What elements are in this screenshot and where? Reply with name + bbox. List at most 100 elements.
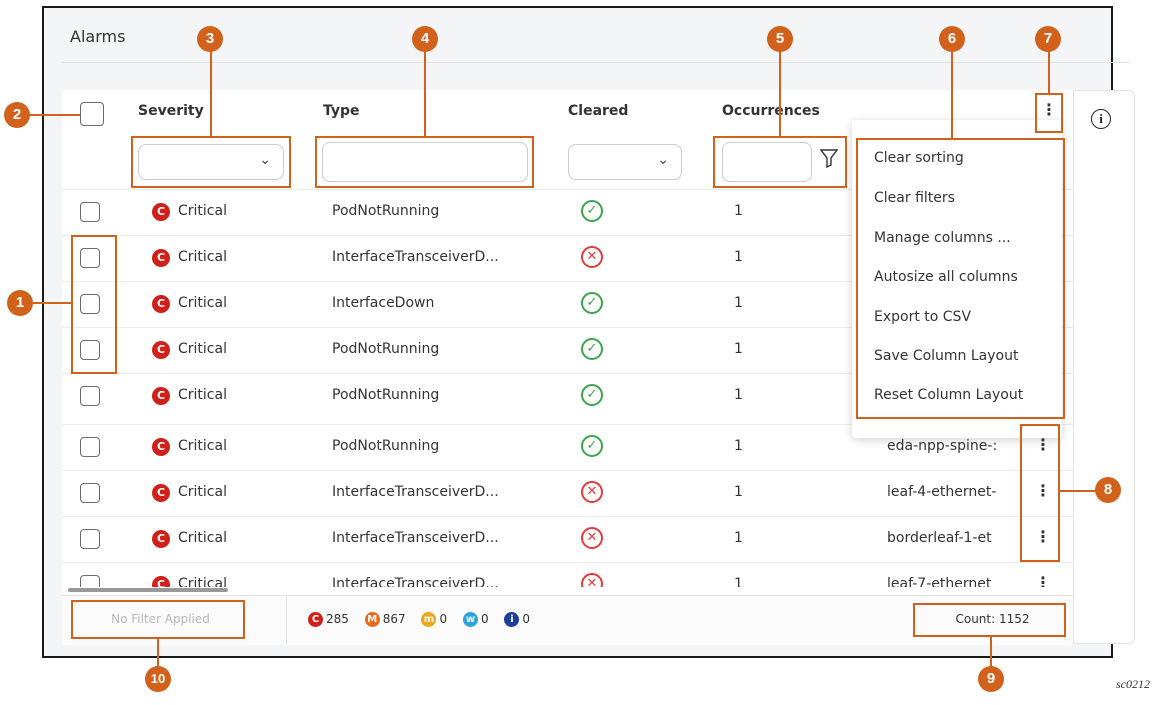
severity-cell: Critical (178, 438, 227, 454)
row-checkbox[interactable] (80, 202, 100, 222)
critical-icon: C (152, 438, 170, 456)
callout-line-1 (33, 302, 71, 304)
row-checkbox[interactable] (80, 437, 100, 457)
occurrences-cell: 1 (734, 576, 743, 587)
callout-badge-7: 7 (1035, 26, 1061, 52)
critical-icon: C (152, 576, 170, 587)
callout-line-10 (157, 639, 159, 667)
callout-line-3 (210, 50, 212, 136)
info-icon[interactable]: i (1091, 109, 1111, 129)
column-header-type[interactable]: Type (323, 103, 360, 119)
callout-badge-6: 6 (939, 26, 965, 52)
critical-icon: C (152, 295, 170, 313)
callout-badge-2: 2 (4, 102, 30, 128)
critical-count: C 285 (308, 612, 349, 627)
occurrences-cell: 1 (734, 484, 743, 500)
critical-icon: C (308, 612, 323, 627)
occurrences-cell: 1 (734, 438, 743, 454)
table-row[interactable]: C Critical InterfaceTransceiverD... ✕ 1 … (62, 470, 1073, 516)
severity-cell: Critical (178, 203, 227, 219)
major-count: M 867 (364, 612, 406, 627)
x-circle-icon: ✕ (581, 481, 603, 503)
check-circle-icon: ✓ (581, 292, 603, 314)
row-action-menu-button[interactable]: ⋮ (1035, 573, 1051, 587)
info-icon: i (504, 612, 520, 627)
severity-cell: Critical (178, 387, 227, 403)
callout-line-6 (951, 50, 953, 138)
critical-icon: C (152, 484, 170, 502)
type-cell: PodNotRunning (332, 341, 440, 357)
row-checkbox[interactable] (80, 575, 100, 587)
occurrences-cell: 1 (734, 249, 743, 265)
figure-id: sc0212 (1116, 677, 1150, 691)
table-row[interactable]: C Critical InterfaceTransceiverD... ✕ 1 … (62, 516, 1073, 562)
occurrences-cell: 1 (734, 341, 743, 357)
resource-cell: borderleaf-1-et (887, 530, 992, 546)
callout-badge-5: 5 (767, 26, 793, 52)
type-cell: InterfaceTransceiverD... (332, 249, 499, 265)
title-divider (62, 62, 1130, 63)
callout-badge-8: 8 (1095, 477, 1121, 503)
warning-icon: w (462, 612, 478, 627)
major-icon: M (364, 612, 380, 627)
footer-divider (286, 596, 287, 644)
callout-box-type-filter (315, 136, 534, 188)
type-cell: InterfaceTransceiverD... (332, 576, 499, 587)
callout-badge-3: 3 (197, 26, 223, 52)
horizontal-scrollbar[interactable] (68, 588, 228, 592)
check-circle-icon: ✓ (581, 338, 603, 360)
callout-line-8 (1060, 490, 1096, 492)
callout-line-7 (1048, 50, 1050, 93)
callout-box-row-checkboxes (71, 235, 117, 374)
warning-count: w0 (462, 612, 489, 627)
row-checkbox[interactable] (80, 386, 100, 406)
callout-box-filter-status (71, 600, 245, 639)
severity-cell: Critical (178, 530, 227, 546)
severity-cell: Critical (178, 295, 227, 311)
select-all-checkbox[interactable] (80, 102, 104, 126)
type-cell: InterfaceDown (332, 295, 435, 311)
type-cell: InterfaceTransceiverD... (332, 484, 499, 500)
x-circle-icon: ✕ (581, 573, 603, 587)
type-cell: PodNotRunning (332, 203, 440, 219)
cleared-filter-select[interactable]: ⌄ (568, 144, 682, 180)
row-checkbox[interactable] (80, 483, 100, 503)
type-cell: PodNotRunning (332, 438, 440, 454)
callout-box-count (913, 603, 1066, 637)
callout-badge-9: 9 (978, 666, 1004, 692)
severity-cell: Critical (178, 249, 227, 265)
occurrences-cell: 1 (734, 387, 743, 403)
info-count: i0 (504, 612, 530, 627)
check-circle-icon: ✓ (581, 384, 603, 406)
x-circle-icon: ✕ (581, 246, 603, 268)
column-header-occurrences[interactable]: Occurrences (722, 103, 820, 119)
panel-title: Alarms (70, 27, 126, 46)
minor-count: m0 (421, 612, 447, 627)
minor-icon: m (421, 612, 437, 627)
x-circle-icon: ✕ (581, 527, 603, 549)
callout-box-severity-filter (131, 136, 291, 188)
severity-cell: Critical (178, 484, 227, 500)
critical-icon: C (152, 530, 170, 548)
column-header-severity[interactable]: Severity (138, 103, 204, 119)
critical-icon: C (152, 387, 170, 405)
critical-icon: C (152, 341, 170, 359)
occurrences-cell: 1 (734, 295, 743, 311)
critical-icon: C (152, 249, 170, 267)
type-cell: PodNotRunning (332, 387, 440, 403)
callout-badge-1: 1 (7, 290, 33, 316)
critical-icon: C (152, 203, 170, 221)
chevron-down-icon: ⌄ (657, 152, 669, 168)
check-circle-icon: ✓ (581, 435, 603, 457)
occurrences-cell: 1 (734, 203, 743, 219)
occurrences-cell: 1 (734, 530, 743, 546)
callout-box-row-actions (1020, 424, 1060, 562)
severity-cell: Critical (178, 576, 227, 587)
callout-line-2 (28, 114, 80, 116)
severity-cell: Critical (178, 341, 227, 357)
row-checkbox[interactable] (80, 529, 100, 549)
severity-counts: C 285 M 867 m0 w0 i0 (308, 612, 530, 627)
column-header-cleared[interactable]: Cleared (568, 103, 628, 119)
resource-cell: eda-npp-spine-: (887, 438, 998, 454)
table-row[interactable]: C Critical InterfaceTransceiverD... ✕ 1 … (62, 562, 1073, 587)
